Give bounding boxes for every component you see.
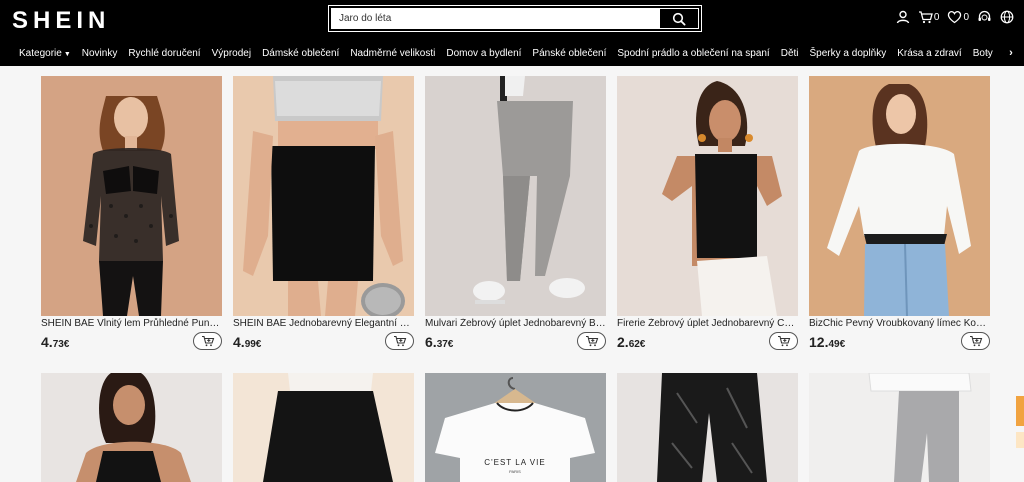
nav-item-nadmerne-velikosti[interactable]: Nadměrné velikosti	[350, 48, 435, 59]
price-decimal: 62€	[628, 339, 646, 350]
nav-item-damske-obleceni[interactable]: Dámské oblečení	[262, 48, 339, 59]
cart-plus-icon	[585, 335, 598, 347]
product-price: 2.62€	[617, 334, 645, 350]
search-box	[328, 5, 702, 32]
product-title[interactable]: Mulvari Žebrový úplet Jednobarevný Ba...	[425, 318, 606, 329]
nav-item-label: Kategorie	[19, 47, 62, 59]
product-image[interactable]	[425, 76, 606, 316]
add-to-cart-button[interactable]	[577, 332, 606, 350]
side-promo-tab[interactable]	[1016, 396, 1024, 426]
product-image[interactable]	[809, 373, 990, 482]
product-title[interactable]: Firerie Žebrový úplet Jednobarevný Cas..…	[617, 318, 798, 329]
side-promo-tab[interactable]	[1016, 432, 1024, 448]
nav-item-deti[interactable]: Děti	[781, 48, 799, 59]
add-to-cart-button[interactable]	[193, 332, 222, 350]
cart-count: 0	[933, 11, 940, 23]
support-button[interactable]	[977, 10, 992, 24]
price-decimal: 37€	[436, 339, 454, 350]
globe-icon	[1000, 10, 1014, 24]
nav-item-krasa[interactable]: Krása a zdraví	[897, 48, 961, 59]
price-integer: 12.	[809, 334, 829, 350]
product-image[interactable]	[617, 76, 798, 316]
nav-item-novinky[interactable]: Novinky	[82, 48, 118, 59]
nav-scroll-left-button[interactable]: ‹	[986, 47, 989, 58]
nav-item-vyprodej[interactable]: Výprodej	[212, 48, 251, 59]
cart-plus-icon	[777, 335, 790, 347]
add-to-cart-button[interactable]	[385, 332, 414, 350]
user-icon	[896, 10, 910, 24]
product-title[interactable]: SHEIN BAE Vlnitý lem Průhledné Puntík...	[41, 318, 222, 329]
nav-item-domov-a-bydleni[interactable]: Domov a bydlení	[446, 48, 521, 59]
nav-item-sperky[interactable]: Šperky a doplňky	[810, 48, 887, 59]
product-image[interactable]	[617, 373, 798, 482]
wishlist-count: 0	[963, 11, 969, 23]
wishlist-button[interactable]: 0	[947, 10, 969, 24]
product-image[interactable]: C'EST LA VIE PARIS	[425, 373, 606, 482]
product-image[interactable]	[41, 373, 222, 482]
header-icons: 0 0	[896, 10, 1014, 24]
cart-button[interactable]: 0	[918, 10, 940, 24]
heart-icon	[948, 10, 962, 24]
price-decimal: 49€	[828, 339, 846, 350]
nav-item-panske-obleceni[interactable]: Pánské oblečení	[532, 48, 606, 59]
account-button[interactable]	[896, 10, 910, 24]
nav-item-spodni-pradlo[interactable]: Spodní prádlo a oblečení na spaní	[617, 48, 769, 59]
cart-plus-icon	[393, 335, 406, 347]
chevron-down-icon: ▼	[63, 50, 71, 58]
product-print-subtext: PARIS	[509, 469, 521, 474]
chevron-left-icon: ‹	[986, 47, 990, 58]
price-decimal: 99€	[244, 339, 262, 350]
cart-plus-icon	[969, 335, 982, 347]
product-image[interactable]	[809, 76, 990, 316]
product-image[interactable]	[41, 76, 222, 316]
product-price: 12.49€	[809, 334, 845, 350]
cart-icon	[918, 11, 933, 24]
search-input[interactable]	[331, 8, 661, 29]
price-integer: 4.	[233, 334, 245, 350]
nav-scroll-right-button[interactable]: ›	[1004, 46, 1018, 60]
headset-icon	[978, 10, 991, 21]
product-title[interactable]: BizChic Pevný Vroubkovaný límec Košile..…	[809, 318, 990, 329]
nav-item-kategorie[interactable]: Kategorie ▼	[19, 48, 71, 59]
add-to-cart-button[interactable]	[769, 332, 798, 350]
search-button[interactable]	[660, 9, 698, 28]
product-title[interactable]: SHEIN BAE Jednobarevný Elegantní Dá...	[233, 318, 414, 329]
product-price: 6.37€	[425, 334, 453, 350]
price-integer: 4.	[41, 334, 53, 350]
chevron-right-icon: ›	[1009, 47, 1013, 59]
nav-item-rychle-doruceni[interactable]: Rychlé doručení	[128, 48, 200, 59]
category-nav: Kategorie ▼ Novinky Rychlé doručení Výpro…	[0, 44, 1024, 62]
shein-logo[interactable]: SHEIN	[12, 7, 110, 35]
top-header: SHEIN 0 0 Kategorie▼ Novinky Rychlé doru…	[0, 0, 1024, 66]
product-image[interactable]	[233, 373, 414, 482]
price-integer: 2.	[617, 334, 629, 350]
product-image[interactable]	[233, 76, 414, 316]
price-decimal: 73€	[52, 339, 70, 350]
product-print-text: C'EST LA VIE	[484, 458, 545, 467]
search-icon	[672, 12, 686, 26]
price-integer: 6.	[425, 334, 437, 350]
add-to-cart-button[interactable]	[961, 332, 990, 350]
nav-item-boty[interactable]: Boty	[973, 48, 993, 59]
language-button[interactable]	[1000, 10, 1014, 24]
product-price: 4.99€	[233, 334, 261, 350]
product-price: 4.73€	[41, 334, 69, 350]
cart-plus-icon	[201, 335, 214, 347]
